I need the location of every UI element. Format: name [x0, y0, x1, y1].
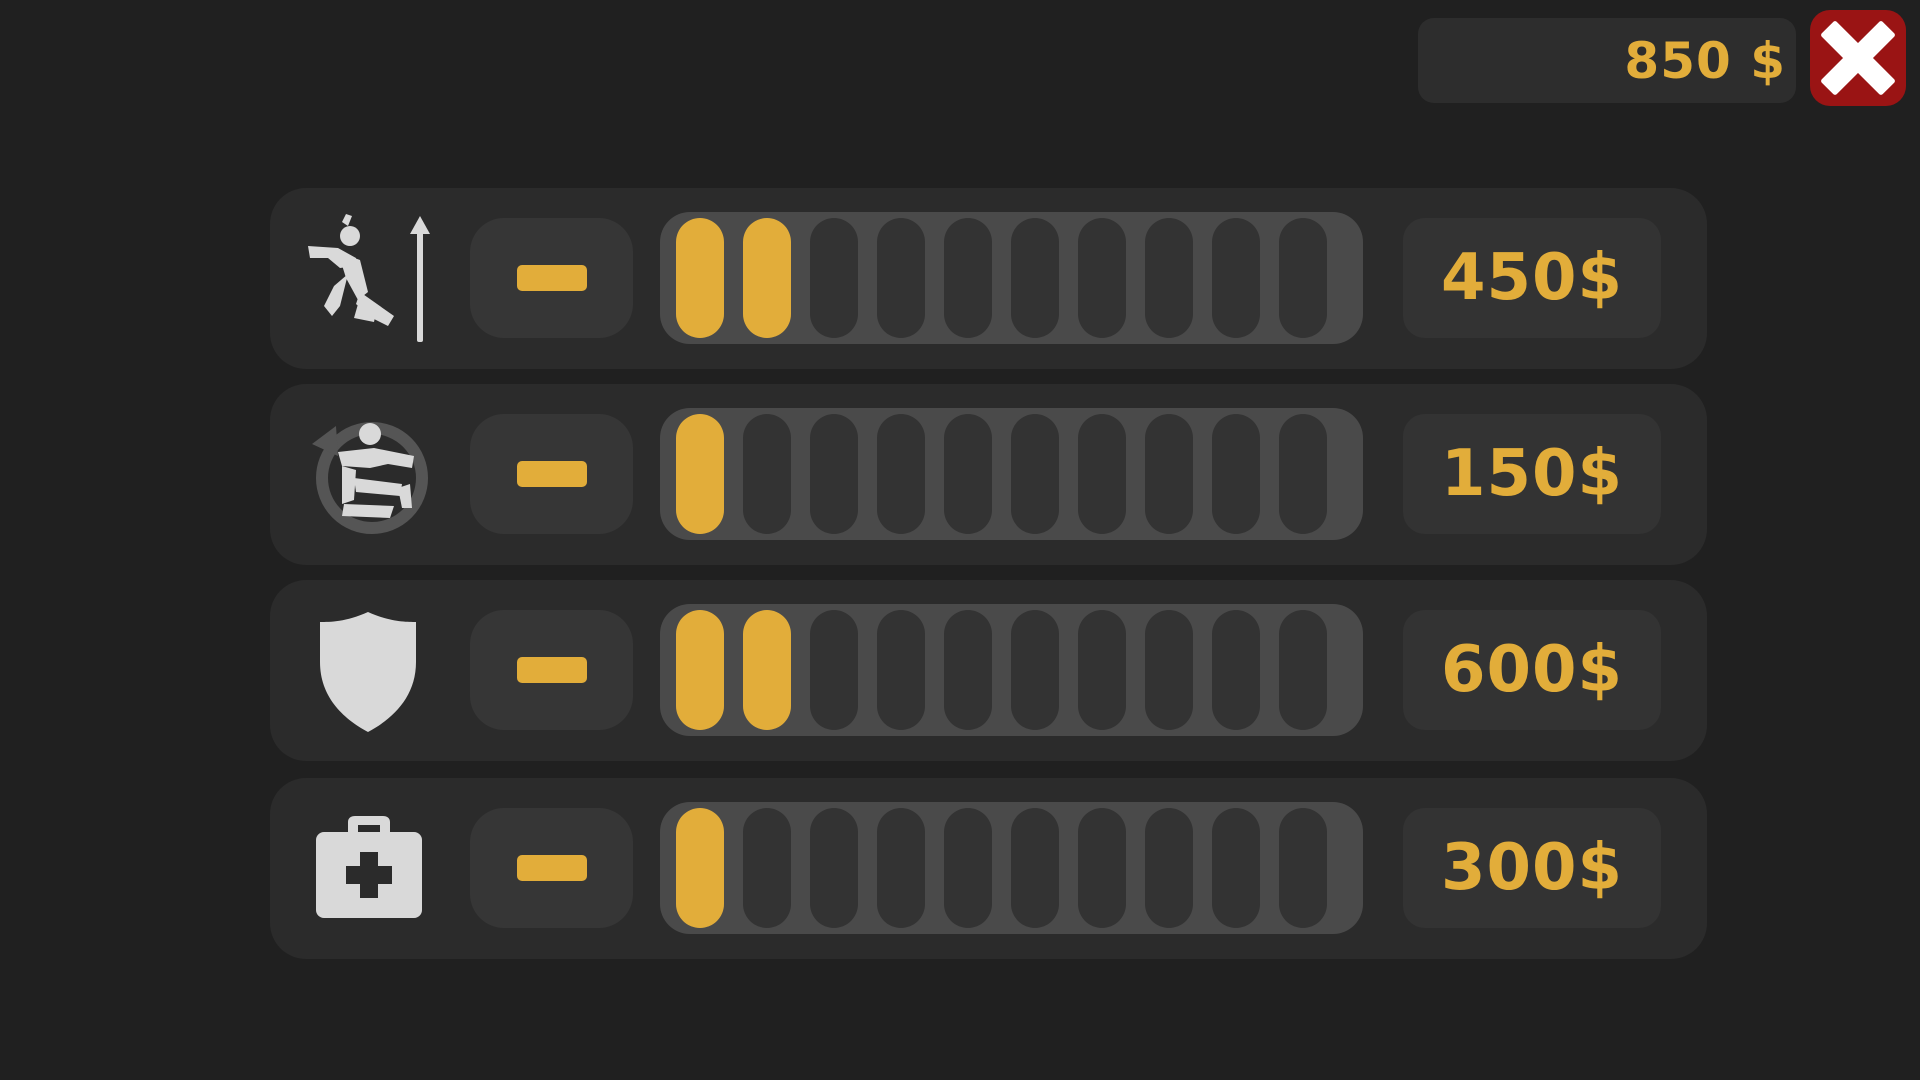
level-segment-empty [944, 610, 992, 730]
level-segment-filled [676, 218, 724, 338]
level-segment-empty [810, 808, 858, 928]
decrease-button[interactable] [470, 808, 633, 928]
decrease-button[interactable] [470, 218, 633, 338]
level-segment-empty [1145, 414, 1193, 534]
decrease-button[interactable] [470, 414, 633, 534]
level-segment-empty [1212, 610, 1260, 730]
level-segment-empty [1078, 218, 1126, 338]
level-segment-empty [1078, 610, 1126, 730]
upgrade-row-health: 300$ [270, 778, 1707, 959]
buy-button[interactable]: 300$ [1403, 808, 1661, 928]
level-segment-filled [743, 610, 791, 730]
level-segment-empty [1279, 218, 1327, 338]
price-label: 450$ [1440, 241, 1624, 315]
buy-button[interactable]: 450$ [1403, 218, 1661, 338]
level-segment-empty [810, 414, 858, 534]
money-display: 850 $ [1418, 18, 1796, 103]
buy-button[interactable]: 600$ [1403, 610, 1661, 730]
close-button[interactable] [1810, 10, 1906, 106]
level-segment-empty [1145, 610, 1193, 730]
level-segment-empty [810, 610, 858, 730]
level-segment-empty [1078, 414, 1126, 534]
shield-icon [298, 600, 438, 740]
level-segment-empty [1145, 218, 1193, 338]
level-segment-empty [877, 610, 925, 730]
medkit-icon [298, 798, 438, 938]
level-segment-empty [743, 808, 791, 928]
level-segment-filled [743, 218, 791, 338]
level-segment-empty [1078, 808, 1126, 928]
price-label: 600$ [1440, 633, 1624, 707]
level-segment-empty [877, 808, 925, 928]
level-bar [660, 802, 1363, 934]
price-label: 150$ [1440, 437, 1624, 511]
decrease-button[interactable] [470, 610, 633, 730]
level-segment-empty [944, 218, 992, 338]
level-segment-empty [1011, 218, 1059, 338]
level-segment-empty [944, 414, 992, 534]
level-segment-empty [1011, 414, 1059, 534]
level-segment-empty [1279, 808, 1327, 928]
buy-button[interactable]: 150$ [1403, 414, 1661, 534]
level-bar [660, 212, 1363, 344]
level-segment-empty [810, 218, 858, 338]
level-segment-empty [1011, 808, 1059, 928]
level-segment-empty [1145, 808, 1193, 928]
high-jump-icon [298, 208, 438, 348]
level-segment-filled [676, 808, 724, 928]
level-bar [660, 604, 1363, 736]
level-segment-empty [1212, 808, 1260, 928]
close-icon [1821, 21, 1895, 95]
level-segment-empty [1279, 610, 1327, 730]
level-segment-filled [676, 610, 724, 730]
price-label: 300$ [1440, 831, 1624, 905]
upgrade-row-armor: 600$ [270, 580, 1707, 761]
upgrade-screen: 850 $ 450$ 150$ 600$ 300$ [0, 0, 1920, 1080]
level-segment-empty [1212, 414, 1260, 534]
level-segment-empty [877, 414, 925, 534]
minus-icon [516, 855, 587, 881]
upgrade-row-jump: 450$ [270, 188, 1707, 369]
level-segment-filled [676, 414, 724, 534]
minus-icon [516, 657, 587, 683]
money-balance: 850 $ [1624, 31, 1786, 90]
minus-icon [516, 461, 587, 487]
level-segment-empty [743, 414, 791, 534]
level-bar [660, 408, 1363, 540]
minus-icon [516, 265, 587, 291]
spin-kick-icon [298, 404, 438, 544]
level-segment-empty [1279, 414, 1327, 534]
level-segment-empty [944, 808, 992, 928]
level-segment-empty [877, 218, 925, 338]
level-segment-empty [1212, 218, 1260, 338]
upgrade-row-spin: 150$ [270, 384, 1707, 565]
level-segment-empty [1011, 610, 1059, 730]
